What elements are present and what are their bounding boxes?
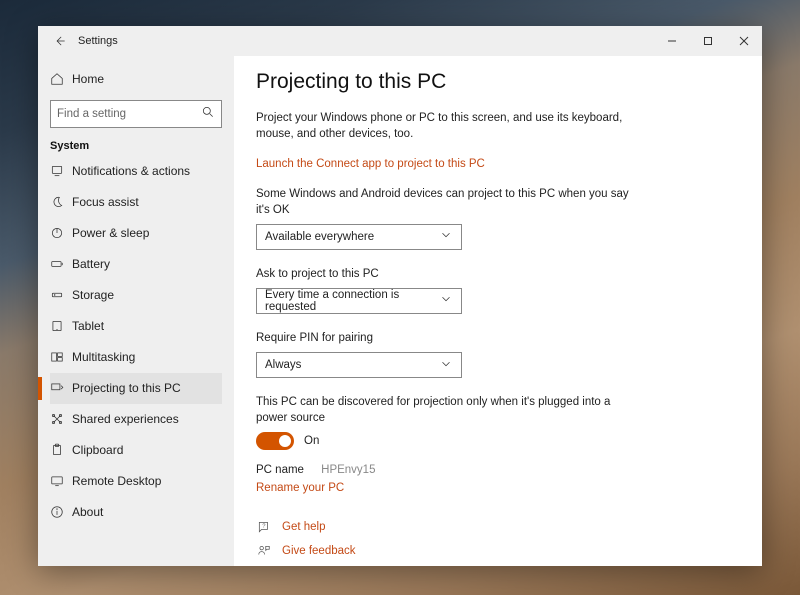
maximize-button[interactable] xyxy=(690,26,726,56)
remote-desktop-icon xyxy=(50,474,72,488)
sidebar-item-label: Storage xyxy=(72,288,114,302)
sidebar-item-label: Battery xyxy=(72,257,110,271)
ask-select[interactable]: Every time a connection is requested xyxy=(256,288,462,314)
svg-text:?: ? xyxy=(262,524,266,530)
pin-value: Always xyxy=(265,359,301,371)
window-controls xyxy=(654,26,762,56)
pin-select[interactable]: Always xyxy=(256,352,462,378)
search-placeholder: Find a setting xyxy=(57,108,201,120)
sidebar-item-label: Multitasking xyxy=(72,350,135,364)
pin-label: Require PIN for pairing xyxy=(256,330,636,346)
rename-pc-link[interactable]: Rename your PC xyxy=(256,482,344,494)
window-title: Settings xyxy=(72,35,118,47)
search-icon xyxy=(201,105,215,122)
sidebar-item-clipboard[interactable]: Clipboard xyxy=(50,435,222,466)
page-heading: Projecting to this PC xyxy=(256,70,740,94)
sidebar-item-power-sleep[interactable]: Power & sleep xyxy=(50,218,222,249)
home-nav[interactable]: Home xyxy=(50,64,222,94)
sidebar-item-label: About xyxy=(72,505,103,519)
get-help-label: Get help xyxy=(282,521,325,533)
content-pane: Projecting to this PC Project your Windo… xyxy=(234,56,762,566)
sidebar-item-storage[interactable]: Storage xyxy=(50,280,222,311)
availability-value: Available everywhere xyxy=(265,231,374,243)
section-header: System xyxy=(50,140,222,152)
feedback-icon xyxy=(256,544,272,558)
toggle-state-label: On xyxy=(304,435,319,447)
moon-icon xyxy=(50,195,72,209)
tablet-icon xyxy=(50,319,72,333)
projecting-icon xyxy=(50,381,72,395)
pcname-value: HPEnvy15 xyxy=(321,464,375,476)
sidebar-item-battery[interactable]: Battery xyxy=(50,249,222,280)
availability-select[interactable]: Available everywhere xyxy=(256,224,462,250)
ask-label: Ask to project to this PC xyxy=(256,266,636,282)
give-feedback-link[interactable]: Give feedback xyxy=(256,544,740,558)
chevron-down-icon xyxy=(439,228,453,245)
sidebar-item-remote-desktop[interactable]: Remote Desktop xyxy=(50,466,222,497)
back-arrow-icon xyxy=(53,34,67,48)
sidebar-item-label: Tablet xyxy=(72,319,104,333)
sidebar-item-notifications[interactable]: Notifications & actions xyxy=(50,156,222,187)
home-label: Home xyxy=(72,72,104,86)
sidebar-item-label: Focus assist xyxy=(72,195,139,209)
sidebar-item-multitasking[interactable]: Multitasking xyxy=(50,342,222,373)
multitasking-icon xyxy=(50,350,72,364)
sidebar-item-projecting[interactable]: Projecting to this PC xyxy=(50,373,222,404)
search-input[interactable]: Find a setting xyxy=(50,100,222,128)
ask-value: Every time a connection is requested xyxy=(265,289,439,313)
sidebar-item-label: Remote Desktop xyxy=(72,474,161,488)
launch-connect-link[interactable]: Launch the Connect app to project to thi… xyxy=(256,158,485,170)
sidebar-item-label: Projecting to this PC xyxy=(72,381,181,395)
sidebar-item-shared-experiences[interactable]: Shared experiences xyxy=(50,404,222,435)
home-icon xyxy=(50,72,72,86)
clipboard-icon xyxy=(50,443,72,457)
sidebar-item-label: Notifications & actions xyxy=(72,164,190,178)
give-feedback-label: Give feedback xyxy=(282,545,356,557)
help-icon: ? xyxy=(256,520,272,534)
discoverability-label: This PC can be discovered for projection… xyxy=(256,394,636,426)
close-button[interactable] xyxy=(726,26,762,56)
sidebar-item-about[interactable]: About xyxy=(50,497,222,528)
get-help-link[interactable]: ? Get help xyxy=(256,520,740,534)
pcname-label: PC name xyxy=(256,464,304,476)
sidebar-item-tablet[interactable]: Tablet xyxy=(50,311,222,342)
settings-window: Settings Home Find a setting System Noti… xyxy=(38,26,762,566)
back-button[interactable] xyxy=(48,34,72,48)
info-icon xyxy=(50,505,72,519)
availability-label: Some Windows and Android devices can pro… xyxy=(256,186,636,218)
battery-icon xyxy=(50,257,72,271)
storage-icon xyxy=(50,288,72,302)
page-description: Project your Windows phone or PC to this… xyxy=(256,110,636,142)
shared-icon xyxy=(50,412,72,426)
sidebar-item-label: Clipboard xyxy=(72,443,123,457)
minimize-button[interactable] xyxy=(654,26,690,56)
notifications-icon xyxy=(50,164,72,178)
chevron-down-icon xyxy=(439,292,453,309)
sidebar-item-label: Power & sleep xyxy=(72,226,149,240)
chevron-down-icon xyxy=(439,357,453,374)
sidebar-item-focus-assist[interactable]: Focus assist xyxy=(50,187,222,218)
power-icon xyxy=(50,226,72,240)
sidebar: Home Find a setting System Notifications… xyxy=(38,56,234,566)
titlebar: Settings xyxy=(38,26,762,56)
discoverability-toggle[interactable] xyxy=(256,432,294,450)
sidebar-item-label: Shared experiences xyxy=(72,412,179,426)
